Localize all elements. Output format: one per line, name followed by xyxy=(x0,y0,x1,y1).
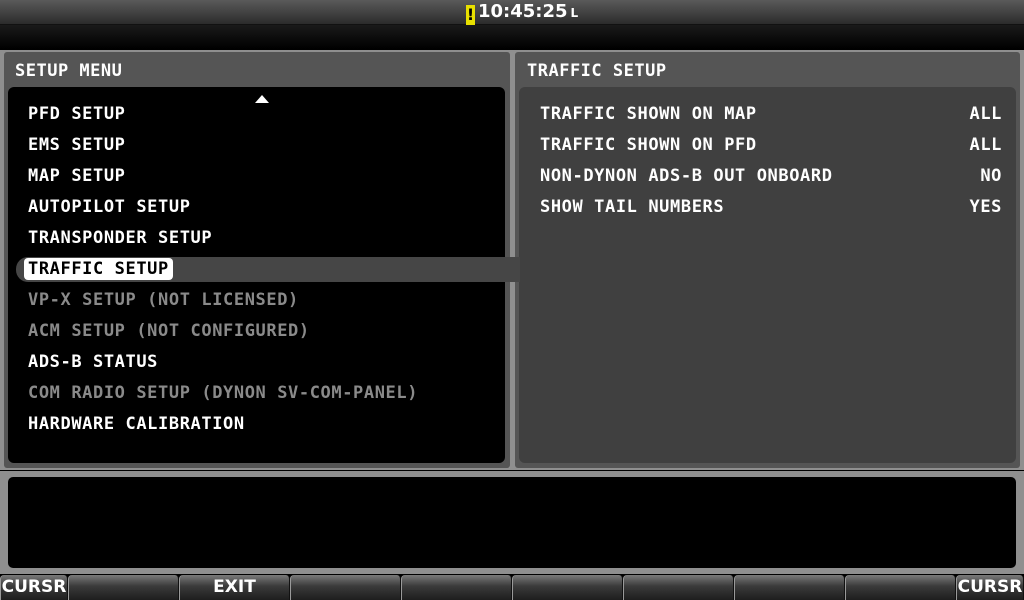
softkey-blank-6[interactable] xyxy=(623,575,734,600)
setting-value[interactable]: YES xyxy=(969,194,1002,220)
softkey-blank-4[interactable] xyxy=(401,575,512,600)
setup-menu-title: SETUP MENU xyxy=(15,61,123,81)
system-clock: ! 10:45:25 L xyxy=(466,0,579,25)
menu-item-ems-setup[interactable]: EMS SETUP xyxy=(28,132,126,158)
menu-item-pfd-setup[interactable]: PFD SETUP xyxy=(28,101,126,127)
softkey-blank-3[interactable] xyxy=(290,575,401,600)
setting-row-show-tail-numbers[interactable]: SHOW TAIL NUMBERS YES xyxy=(540,194,1002,220)
menu-item-transponder-setup[interactable]: TRANSPONDER SETUP xyxy=(28,225,212,251)
setting-label: TRAFFIC SHOWN ON PFD xyxy=(540,135,757,155)
setting-label: TRAFFIC SHOWN ON MAP xyxy=(540,104,757,124)
softkey-blank-extra[interactable] xyxy=(845,575,956,600)
status-bar: ! 10:45:25 L xyxy=(0,0,1024,25)
clock-timezone-suffix: L xyxy=(570,6,579,20)
setting-row-traffic-shown-on-map[interactable]: TRAFFIC SHOWN ON MAP ALL xyxy=(540,101,1002,127)
alert-icon[interactable]: ! xyxy=(466,5,475,25)
message-area xyxy=(8,477,1016,568)
softkey-exit[interactable]: EXIT xyxy=(179,575,290,600)
softkey-cursr-left[interactable]: CURSR xyxy=(0,575,68,600)
menu-item-vp-x-setup-not-licensed: VP-X SETUP (NOT LICENSED) xyxy=(28,290,299,310)
softkey-blank-7[interactable] xyxy=(734,575,845,600)
scroll-up-icon xyxy=(255,95,269,103)
menu-item-traffic-setup[interactable]: TRAFFIC SETUP xyxy=(24,258,173,280)
menu-item-ads-b-status[interactable]: ADS-B STATUS xyxy=(28,349,158,375)
setting-value[interactable]: ALL xyxy=(969,132,1002,158)
menu-item-acm-setup-not-configured: ACM SETUP (NOT CONFIGURED) xyxy=(28,321,310,341)
setting-value[interactable]: NO xyxy=(980,163,1002,189)
menu-item-hardware-calibration[interactable]: HARDWARE CALIBRATION xyxy=(28,411,245,437)
setting-label: NON-DYNON ADS-B OUT ONBOARD xyxy=(540,166,833,186)
setting-value[interactable]: ALL xyxy=(969,101,1002,127)
softkey-blank-1[interactable] xyxy=(68,575,179,600)
traffic-setup-title: TRAFFIC SETUP xyxy=(527,61,667,81)
menu-item-map-setup[interactable]: MAP SETUP xyxy=(28,163,126,189)
softkey-bar: CURSR EXIT CURSR xyxy=(0,575,1024,600)
setting-label: SHOW TAIL NUMBERS xyxy=(540,197,725,217)
menu-item-com-radio-setup-dynon-sv-com-panel: COM RADIO SETUP (DYNON SV-COM-PANEL) xyxy=(28,383,419,403)
setting-row-traffic-shown-on-pfd[interactable]: TRAFFIC SHOWN ON PFD ALL xyxy=(540,132,1002,158)
softkey-blank-5[interactable] xyxy=(512,575,623,600)
setting-row-non-dynon-ads-b-out-onboard[interactable]: NON-DYNON ADS-B OUT ONBOARD NO xyxy=(540,163,1002,189)
clock-time: 10:45:25 xyxy=(478,1,568,22)
menu-item-autopilot-setup[interactable]: AUTOPILOT SETUP xyxy=(28,194,191,220)
info-strip xyxy=(0,25,1024,49)
softkey-cursr-right[interactable]: CURSR xyxy=(956,575,1024,600)
